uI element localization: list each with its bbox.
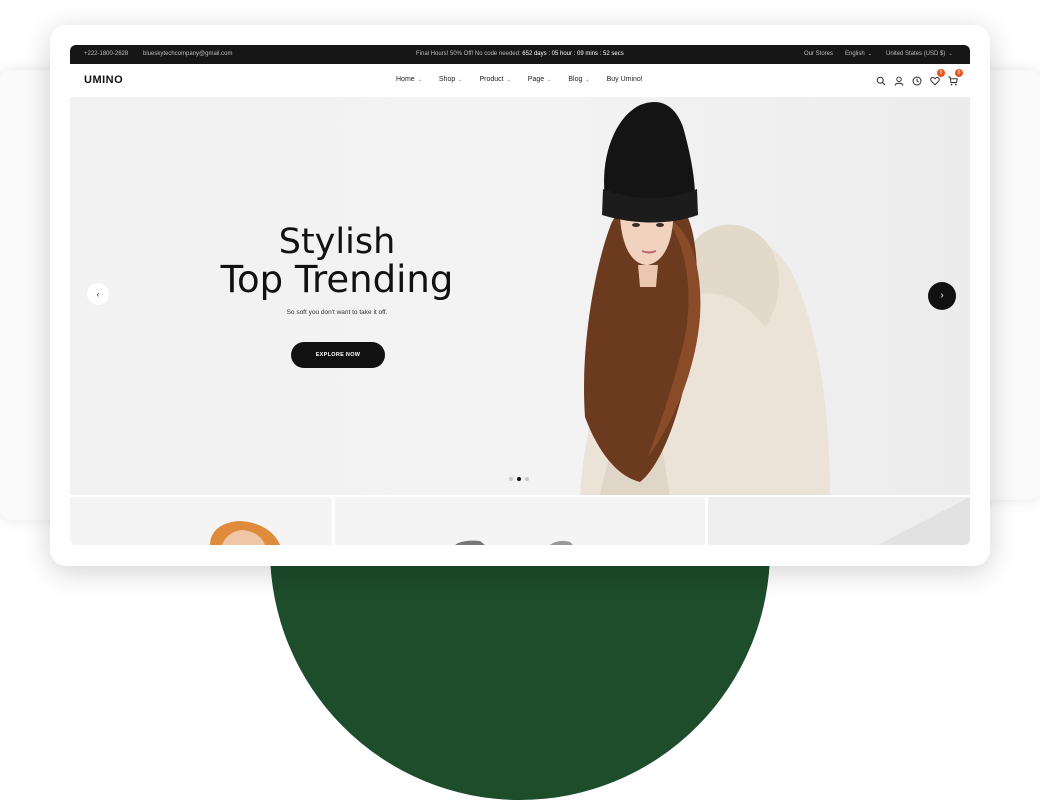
nav-label: Product <box>479 76 504 83</box>
compare-icon[interactable] <box>912 73 922 86</box>
slider-pagination <box>509 477 533 481</box>
slider-dot[interactable] <box>509 477 513 481</box>
hero-title-line-2: Top Trending <box>220 258 454 301</box>
category-tiles <box>70 497 970 545</box>
website-preview: +222-1800-2628 blueskytechcompany@gmail.… <box>70 45 970 545</box>
main-nav: Home ⌄ Shop ⌄ Product ⌄ Page ⌄ Blog ⌄ Buy Umi… <box>396 76 660 83</box>
nav-item-blog[interactable]: Blog ⌄ <box>568 76 589 83</box>
chevron-down-icon: ⌄ <box>585 77 590 83</box>
chevron-down-icon: ⌄ <box>547 77 552 83</box>
hero-title: Stylish Top Trending <box>204 223 470 299</box>
site-header: UMINO Home ⌄ Shop ⌄ Product ⌄ Page ⌄ Blog ⌄ B… <box>70 64 970 98</box>
site-logo[interactable]: UMINO <box>84 74 123 86</box>
hero-title-line-1: Stylish <box>278 222 396 262</box>
wishlist-icon[interactable]: 0 <box>930 69 945 86</box>
nav-label: Page <box>527 76 545 83</box>
category-tile-image <box>878 497 970 545</box>
slider-dot-active[interactable] <box>517 477 521 481</box>
nav-label: Buy Umino! <box>606 76 643 83</box>
chevron-left-icon[interactable]: ‹ <box>87 283 109 305</box>
chevron-down-icon: ⌄ <box>458 77 463 83</box>
chevron-down-icon: ⌄ <box>506 77 511 83</box>
promo-countdown: 652 days : 05 hour : 09 mins : 52 secs <box>522 51 624 57</box>
language-label: English <box>845 51 865 57</box>
contact-phone[interactable]: +222-1800-2628 <box>84 51 128 57</box>
chevron-down-icon: ⌄ <box>948 51 953 57</box>
nav-item-page[interactable]: Page ⌄ <box>528 76 552 83</box>
nav-item-shop[interactable]: Shop ⌄ <box>439 76 463 83</box>
category-tile[interactable] <box>70 497 332 545</box>
user-icon[interactable] <box>894 73 904 86</box>
language-selector[interactable]: English ⌄ <box>845 51 872 57</box>
nav-label: Blog <box>568 76 583 83</box>
cart-icon[interactable]: 0 <box>948 69 963 86</box>
category-tile-image <box>210 521 280 545</box>
hero-slider: Stylish Top Trending So soft you don't w… <box>70 97 970 495</box>
promo-text: Final Hours! 50% Off! No code needed: 65… <box>416 51 624 57</box>
explore-now-button[interactable]: EXPLORE NOW <box>291 342 385 368</box>
nav-item-buy-umino[interactable]: Buy Umino! <box>607 76 643 83</box>
currency-selector[interactable]: United States (USD $) ⌄ <box>886 51 953 57</box>
hero-model-image <box>580 101 830 495</box>
nav-label: Home <box>396 76 415 83</box>
category-tile-image <box>455 540 573 545</box>
top-bar: +222-1800-2628 blueskytechcompany@gmail.… <box>70 45 970 64</box>
our-stores-link[interactable]: Our Stores <box>804 51 833 57</box>
contact-email[interactable]: blueskytechcompany@gmail.com <box>143 51 232 57</box>
category-tile[interactable] <box>708 497 970 545</box>
nav-label: Shop <box>438 76 456 83</box>
slider-dot[interactable] <box>525 477 529 481</box>
nav-item-product[interactable]: Product ⌄ <box>479 76 510 83</box>
chevron-down-icon: ⌄ <box>417 77 422 83</box>
cart-count-badge: 0 <box>955 69 963 77</box>
wishlist-count-badge: 0 <box>937 69 945 77</box>
currency-label: United States (USD $) <box>886 51 946 57</box>
nav-item-home[interactable]: Home ⌄ <box>396 76 422 83</box>
header-icons: 0 0 <box>868 69 963 86</box>
search-icon[interactable] <box>876 73 886 86</box>
category-tile[interactable] <box>335 497 705 545</box>
promo-message: Final Hours! 50% Off! No code needed: <box>416 51 521 57</box>
chevron-right-icon[interactable]: › <box>928 282 956 310</box>
chevron-down-icon: ⌄ <box>867 51 872 57</box>
hero-subtitle: So soft you don't want to take it off. <box>286 309 388 316</box>
